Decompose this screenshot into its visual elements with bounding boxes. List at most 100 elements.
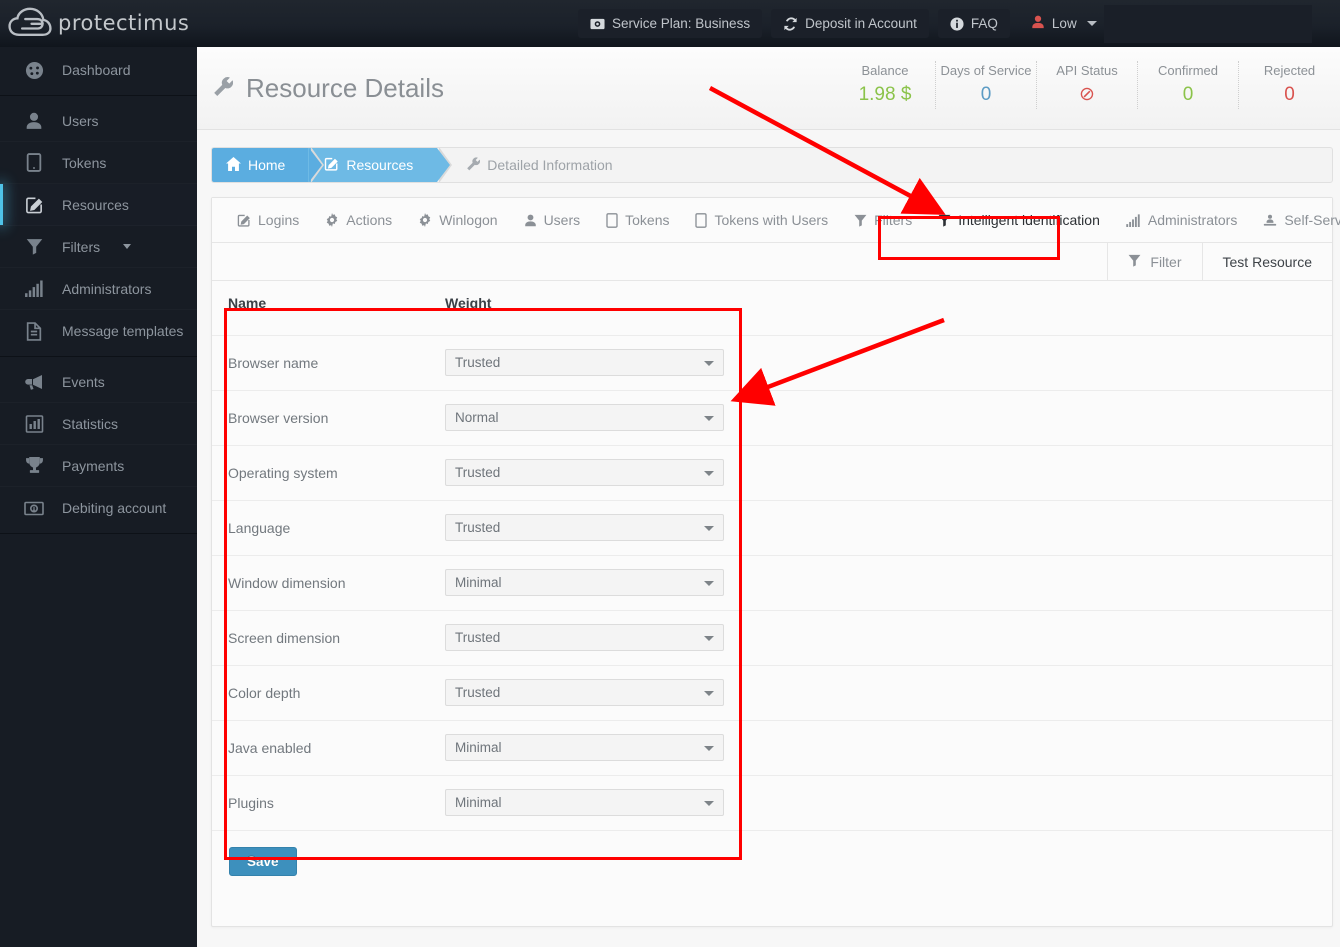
stat-label: Confirmed [1158, 63, 1218, 78]
group-icon [1263, 214, 1277, 227]
weight-select-java-enabled[interactable]: Minimal [445, 734, 724, 761]
row-name: Operating system [212, 445, 429, 501]
brand-name: protectimus [58, 11, 190, 35]
user-icon [22, 112, 46, 130]
breadcrumb: Home Resources Detailed Information [211, 147, 1333, 183]
row-spacer [729, 500, 1332, 556]
sidebar-item-label: Statistics [62, 415, 119, 432]
page-title: Resource Details [211, 73, 444, 104]
breadcrumb-item-resources[interactable]: Resources [308, 148, 453, 182]
tab-self-service[interactable]: Self-Service [1250, 198, 1340, 243]
sidebar-item-administrators[interactable]: Administrators [0, 268, 197, 310]
funnel-icon [938, 214, 951, 227]
sidebar-item-message-templates[interactable]: Message templates [0, 310, 197, 352]
stat-value: 0 [1284, 84, 1295, 105]
page-title-text: Resource Details [246, 72, 444, 103]
stat-days-of-service: Days of Service 0 [936, 61, 1037, 109]
weight-select-browser-name[interactable]: Trusted [445, 349, 724, 376]
sidebar-item-events[interactable]: Events [0, 361, 197, 403]
topbar-panel-decoration [1104, 5, 1312, 43]
row-name: Screen dimension [212, 610, 429, 666]
table-row: Color depth Trusted [212, 665, 1332, 721]
row-weight-cell: Trusted [429, 500, 729, 556]
sidebar-item-tokens[interactable]: Tokens [0, 142, 197, 184]
breadcrumb-label: Detailed Information [487, 157, 613, 173]
weight-select-browser-version[interactable]: Normal [445, 404, 724, 431]
deposit-button[interactable]: Deposit in Account [771, 9, 929, 38]
save-button[interactable]: Save [229, 846, 297, 876]
filter-button[interactable]: Filter [1107, 243, 1201, 280]
user-menu-button[interactable]: Low [1019, 9, 1103, 38]
column-header-spacer [729, 281, 1332, 336]
row-weight-cell: Trusted [429, 335, 729, 391]
sidebar-item-statistics[interactable]: Statistics [0, 403, 197, 445]
gear-icon [325, 213, 339, 227]
sidebar-item-filters[interactable]: Filters [0, 226, 197, 268]
tab-tokens[interactable]: Tokens [593, 198, 682, 243]
sidebar-item-dashboard[interactable]: Dashboard [0, 49, 197, 91]
tab-filters[interactable]: Filters [841, 198, 925, 243]
sidebar-item-resources[interactable]: Resources [0, 184, 197, 226]
brand-logo-area[interactable]: protectimus [8, 3, 189, 43]
breadcrumb-label: Resources [346, 157, 414, 173]
service-plan-button[interactable]: Service Plan: Business [578, 9, 763, 38]
intelligent-identification-table: Name Weight Browser name Trusted Browser… [212, 281, 1332, 831]
bar-chart-icon [22, 280, 46, 297]
test-resource-button[interactable]: Test Resource [1201, 243, 1332, 280]
weight-select-window-dimension[interactable]: Minimal [445, 569, 724, 596]
megaphone-icon [22, 373, 46, 391]
sidebar-item-label: Message templates [62, 323, 184, 339]
tab-label: Intelligent identification [958, 212, 1100, 228]
weight-select-operating-system[interactable]: Trusted [445, 459, 724, 486]
table-row: Plugins Minimal [212, 775, 1332, 831]
sidebar-group-3: Events Statistics Payments Debiting acco… [0, 357, 197, 534]
tab-intelligent-identification[interactable]: Intelligent identification [925, 198, 1113, 243]
sidebar-item-label: Resources [62, 196, 129, 213]
chevron-down-icon [1086, 21, 1097, 26]
tablet-icon [606, 212, 618, 228]
sidebar-item-payments[interactable]: Payments [0, 445, 197, 487]
tab-actions[interactable]: Actions [312, 198, 405, 243]
sidebar-group-2: Users Tokens Resources Filters Administr… [0, 96, 197, 357]
faq-button[interactable]: FAQ [937, 9, 1010, 38]
dashboard-icon [22, 61, 46, 80]
row-spacer [729, 555, 1332, 611]
tab-tokens-with-users[interactable]: Tokens with Users [682, 198, 841, 243]
funnel-icon [1128, 254, 1141, 270]
weight-select-color-depth[interactable]: Trusted [445, 679, 724, 706]
funnel-icon [22, 238, 46, 255]
bar-chart-icon [1126, 213, 1141, 227]
sidebar-item-users[interactable]: Users [0, 100, 197, 142]
test-resource-label: Test Resource [1222, 253, 1312, 270]
tab-label: Administrators [1147, 212, 1238, 228]
weight-select-value: Trusted [455, 355, 501, 370]
tab-users[interactable]: Users [511, 198, 594, 243]
table-row: Window dimension Minimal [212, 555, 1332, 611]
table-row: Language Trusted [212, 500, 1332, 556]
row-name: Color depth [212, 665, 429, 721]
funnel-icon [854, 214, 867, 227]
tab-administrators[interactable]: Administrators [1113, 198, 1250, 243]
chart-box-icon [22, 414, 46, 433]
weight-select-screen-dimension[interactable]: Trusted [445, 624, 724, 651]
sidebar-item-debiting-account[interactable]: Debiting account [0, 487, 197, 529]
breadcrumb-item-home[interactable]: Home [212, 148, 325, 182]
cloud-logo-icon [8, 6, 52, 40]
weight-select-language[interactable]: Trusted [445, 514, 724, 541]
sub-toolbar: Filter Test Resource [212, 243, 1332, 281]
table-row: Java enabled Minimal [212, 720, 1332, 776]
row-name: Plugins [212, 775, 429, 831]
row-spacer [729, 610, 1332, 666]
document-icon [22, 321, 46, 341]
stat-value: 1.98 $ [858, 84, 912, 105]
row-name: Language [212, 500, 429, 556]
tab-label: Tokens [625, 212, 670, 228]
tab-winlogon[interactable]: Winlogon [405, 198, 510, 243]
stat-api-status: API Status ⊘ [1037, 61, 1138, 109]
sidebar-group-1: Dashboard [0, 47, 197, 96]
weight-select-plugins[interactable]: Minimal [445, 789, 724, 816]
tab-logins[interactable]: Logins [224, 198, 312, 243]
row-weight-cell: Minimal [429, 555, 729, 611]
sidebar-item-label: Payments [62, 457, 125, 474]
row-spacer [729, 390, 1332, 446]
